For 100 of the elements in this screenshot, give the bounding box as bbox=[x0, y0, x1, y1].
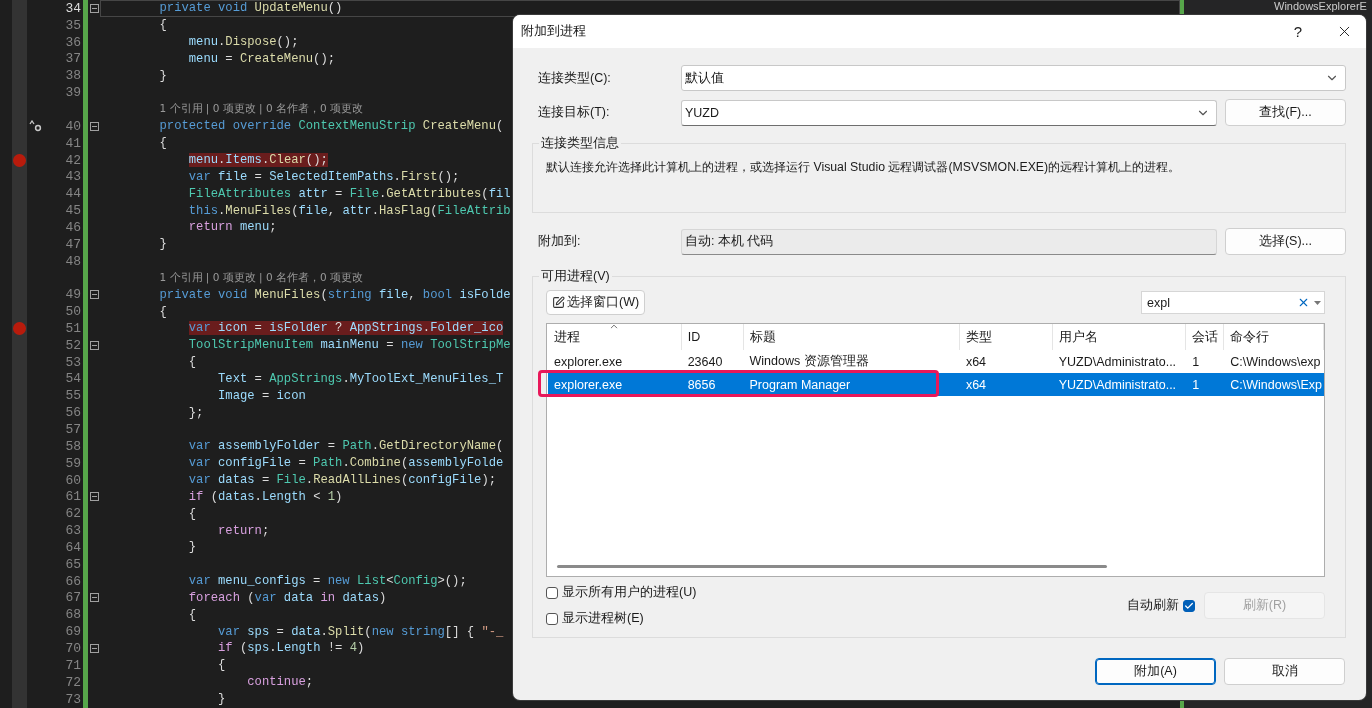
line-number: 41 bbox=[65, 135, 81, 151]
code-line: } bbox=[188, 540, 197, 555]
column-header[interactable]: 用户名 bbox=[1052, 324, 1187, 350]
filter-field[interactable]: expl bbox=[1141, 291, 1325, 314]
line-number: 67 bbox=[65, 590, 81, 606]
scrollbar[interactable] bbox=[557, 565, 1107, 568]
table-cell-text: x64 bbox=[964, 354, 988, 369]
side-panel-title: WindowsExplorerE bbox=[1274, 0, 1368, 13]
code-line: continue; bbox=[247, 675, 314, 690]
collapse-icon[interactable] bbox=[89, 340, 99, 350]
checkbox-label[interactable]: 显示所有用户的进程(U) bbox=[562, 584, 697, 601]
checkbox[interactable] bbox=[1183, 599, 1195, 612]
collapse-icon[interactable] bbox=[89, 644, 99, 653]
table-cell-text: C:\Windows\Exp bbox=[1229, 377, 1323, 392]
table-cell-text: C:\Windows\exp bbox=[1229, 354, 1322, 369]
dropdown-caret-icon[interactable] bbox=[1314, 300, 1321, 305]
line-number: 49 bbox=[65, 287, 81, 303]
checkbox[interactable] bbox=[546, 612, 558, 625]
code-line: { bbox=[188, 506, 197, 521]
line-number: 34 bbox=[65, 0, 81, 16]
line-number: 54 bbox=[65, 371, 81, 387]
group-title: 可用进程(V) bbox=[539, 268, 612, 285]
table-cell-text: Windows 资源管理器 bbox=[748, 353, 870, 370]
code-line: { bbox=[188, 355, 197, 370]
dialog-title: 附加到进程 bbox=[521, 23, 587, 40]
code-line: this.MenuFiles(file, attr.HasFlag(FileAttrib bbox=[188, 203, 511, 218]
line-number: 73 bbox=[65, 691, 81, 707]
override-marker-icon[interactable] bbox=[29, 120, 43, 133]
code-lens-info[interactable]: 1 个引用 | 0 项更改 | 0 名作者，0 项更改 bbox=[159, 270, 363, 285]
column-header[interactable]: 命令行 bbox=[1224, 324, 1324, 350]
column-header[interactable]: 进程 bbox=[548, 324, 682, 350]
table-cell-text: 1 bbox=[1191, 377, 1201, 392]
line-number: 56 bbox=[65, 405, 81, 421]
line-number: 35 bbox=[65, 17, 81, 33]
code-lens-info[interactable]: 1 个引用 | 0 项更改 | 0 名作者，0 项更改 bbox=[159, 102, 363, 117]
field-label: 连接目标(T): bbox=[537, 104, 611, 121]
code-line: var file = SelectedItemPaths.First(); bbox=[188, 169, 460, 184]
column-header[interactable]: ID bbox=[681, 324, 744, 350]
column-header[interactable]: 标题 bbox=[743, 324, 960, 350]
line-number: 52 bbox=[65, 337, 81, 353]
table-cell-text: explorer.exe bbox=[553, 377, 624, 392]
edit-icon bbox=[552, 296, 565, 309]
line-number: 38 bbox=[65, 68, 81, 84]
code-line: } bbox=[159, 68, 167, 83]
code-line: private void MenuFiles(string file, bool isFolde bbox=[159, 287, 511, 302]
column-header[interactable]: 会话 bbox=[1186, 324, 1225, 350]
cancel-button[interactable]: 取消 bbox=[1224, 658, 1345, 685]
table-cell-text: YUZD\Administrato... bbox=[1057, 377, 1178, 392]
collapse-icon[interactable] bbox=[89, 290, 99, 300]
connection-type-dropdown[interactable]: 默认值 bbox=[681, 65, 1346, 91]
line-number: 44 bbox=[65, 186, 81, 202]
code-line: var assemblyFolder = Path.GetDirectoryName( bbox=[188, 439, 504, 454]
code-line: protected override ContextMenuStrip CreateMenu( bbox=[159, 119, 504, 134]
line-number: 40 bbox=[65, 118, 81, 134]
line-number: 43 bbox=[65, 169, 81, 185]
line-number: 59 bbox=[65, 455, 81, 471]
collapse-icon[interactable] bbox=[89, 3, 99, 13]
line-number: 72 bbox=[65, 674, 81, 690]
line-number: 55 bbox=[65, 388, 81, 404]
code-line: FileAttributes attr = File.GetAttributes(fil bbox=[188, 186, 511, 201]
line-number: 58 bbox=[65, 438, 81, 454]
table-cell-text: x64 bbox=[964, 377, 988, 392]
process-row[interactable]: explorer.exe 23640 Windows 资源管理器 x64 YUZD\Administrato... 1 C:\Windows\exp bbox=[548, 350, 1324, 373]
checkbox[interactable] bbox=[546, 586, 558, 599]
line-number: 39 bbox=[65, 85, 81, 101]
select-window-button[interactable]: 选择窗口(W) bbox=[546, 290, 646, 315]
attach-to-field: 自动: 本机 代码 bbox=[681, 228, 1217, 255]
field-label: 连接类型(C): bbox=[537, 69, 612, 87]
line-number: 53 bbox=[65, 354, 81, 370]
collapse-icon[interactable] bbox=[89, 593, 99, 603]
code-line: return menu; bbox=[188, 220, 277, 235]
select-button[interactable]: 选择(S)... bbox=[1225, 228, 1346, 255]
table-cell-text: 1 bbox=[1191, 354, 1201, 369]
code-line: menu = CreateMenu(); bbox=[188, 51, 336, 66]
line-number: 60 bbox=[65, 472, 81, 488]
code-line: if (datas.Length < 1) bbox=[188, 489, 343, 504]
code-line: { bbox=[159, 136, 167, 151]
info-text: 默认连接允许选择此计算机上的进程，或选择运行 Visual Studio 远程调试器(MSVSMON.EXE)的远程计算机上的进程。 bbox=[546, 159, 1182, 176]
checkbox-label[interactable]: 自动刷新 bbox=[1127, 597, 1179, 614]
connection-target-dropdown[interactable]: YUZD bbox=[681, 99, 1217, 126]
code-line: private void UpdateMenu() bbox=[159, 1, 343, 16]
line-number: 47 bbox=[65, 236, 81, 252]
collapse-icon[interactable] bbox=[89, 492, 99, 502]
line-number: 62 bbox=[65, 506, 81, 522]
line-number: 71 bbox=[65, 657, 81, 673]
column-header[interactable]: 类型 bbox=[959, 324, 1053, 350]
line-number: 36 bbox=[65, 34, 81, 50]
clear-icon[interactable] bbox=[1297, 296, 1310, 309]
line-number: 66 bbox=[65, 573, 81, 589]
code-line: { bbox=[218, 658, 226, 673]
attach-button[interactable]: 附加(A) bbox=[1095, 658, 1216, 685]
line-number: 70 bbox=[65, 641, 81, 656]
help-button[interactable]: ? bbox=[1278, 15, 1318, 48]
collapse-icon[interactable] bbox=[89, 121, 99, 131]
line-number: 48 bbox=[65, 253, 81, 269]
line-number: 37 bbox=[65, 51, 81, 67]
line-number: 45 bbox=[65, 203, 81, 219]
find-button[interactable]: 查找(F)... bbox=[1225, 99, 1346, 126]
checkbox-label[interactable]: 显示进程树(E) bbox=[562, 610, 644, 627]
line-number: 46 bbox=[65, 219, 81, 235]
